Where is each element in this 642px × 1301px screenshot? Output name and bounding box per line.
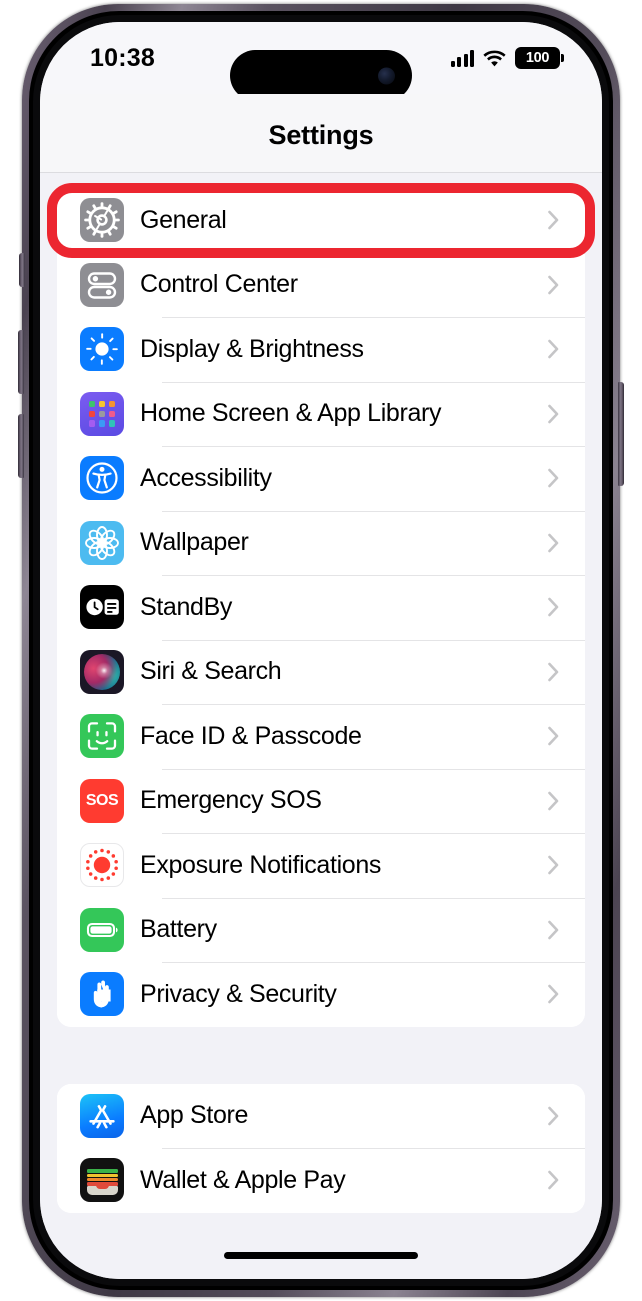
battery-indicator: 100 [515, 47, 560, 69]
chevron-right-icon [548, 1170, 559, 1190]
exposure-notification-icon [80, 843, 124, 888]
sos-icon: SOS [80, 778, 124, 823]
chevron-right-icon [548, 468, 559, 488]
settings-row-label: Wallpaper [140, 528, 249, 557]
settings-row-label: Exposure Notifications [140, 850, 382, 879]
settings-row-standby[interactable]: StandBy [57, 575, 585, 640]
chevron-right-icon [548, 726, 559, 746]
volume-down-button[interactable] [18, 414, 24, 478]
settings-row-label: Home Screen & App Library [140, 399, 442, 428]
settings-row-label: Siri & Search [140, 657, 282, 686]
settings-row-label: General [140, 205, 227, 234]
settings-row-label: Battery [140, 915, 217, 944]
chevron-right-icon [548, 791, 559, 811]
settings-row-label: Emergency SOS [140, 786, 322, 815]
privacy-hand-icon [80, 972, 124, 1017]
settings-row-label: Wallet & Apple Pay [140, 1165, 346, 1194]
battery-icon [80, 907, 124, 952]
sliders-toggles-icon [80, 262, 124, 307]
status-bar-time: 10:38 [90, 44, 155, 72]
chevron-right-icon [548, 855, 559, 875]
settings-row-display-brightness[interactable]: Display & Brightness [57, 317, 585, 382]
wifi-icon [483, 50, 506, 66]
settings-row-control-center[interactable]: Control Center [57, 252, 585, 317]
settings-row-label: App Store [140, 1101, 249, 1130]
settings-row-battery[interactable]: Battery [57, 897, 585, 962]
volume-up-button[interactable] [18, 330, 24, 394]
app-grid-icon [80, 391, 124, 436]
chevron-right-icon [548, 275, 559, 295]
status-bar: 10:38 100 [40, 22, 602, 101]
settings-row-label: StandBy [140, 592, 233, 621]
battery-percent-label: 100 [525, 49, 550, 66]
settings-row-emergency-sos[interactable]: SOS Emergency SOS [57, 768, 585, 833]
chevron-right-icon [548, 1106, 559, 1126]
settings-row-accessibility[interactable]: Accessibility [57, 446, 585, 511]
settings-row-home-screen-app-library[interactable]: Home Screen & App Library [57, 381, 585, 446]
settings-row-wallet-apple-pay[interactable]: Wallet & Apple Pay [57, 1148, 585, 1213]
app-store-icon [80, 1093, 124, 1138]
settings-row-privacy-security[interactable]: Privacy & Security [57, 962, 585, 1027]
gear-icon [80, 198, 124, 243]
chevron-right-icon [548, 210, 559, 230]
chevron-right-icon [548, 920, 559, 940]
brightness-sun-icon [80, 327, 124, 372]
chevron-right-icon [548, 339, 559, 359]
wallpaper-flower-icon [80, 520, 124, 565]
settings-row-exposure-notifications[interactable]: Exposure Notifications [57, 833, 585, 898]
settings-row-wallpaper[interactable]: Wallpaper [57, 510, 585, 575]
settings-row-app-store[interactable]: App Store [57, 1083, 585, 1148]
siri-orb-icon [80, 649, 124, 694]
chevron-right-icon [548, 984, 559, 1004]
settings-group-1: General Control Center Display & Brightnes… [57, 188, 585, 1027]
power-button[interactable] [618, 382, 624, 486]
wallet-icon [80, 1158, 124, 1203]
phone-device-frame: 10:38 100 Settings General Control Cente… [0, 0, 642, 1301]
face-id-icon [80, 714, 124, 759]
settings-group-2: App Store Wallet & Apple Pay [57, 1083, 585, 1213]
settings-row-label: Control Center [140, 270, 298, 299]
status-bar-indicators: 100 [450, 47, 560, 69]
settings-row-label: Privacy & Security [140, 979, 337, 1008]
settings-row-siri-search[interactable]: Siri & Search [57, 639, 585, 704]
standby-clock-widget-icon [80, 585, 124, 630]
chevron-right-icon [548, 404, 559, 424]
front-camera-icon [378, 67, 395, 84]
settings-list: General Control Center Display & Brightnes… [40, 173, 602, 1279]
settings-row-label: Display & Brightness [140, 334, 364, 363]
cellular-bars-icon [450, 49, 474, 67]
settings-row-general[interactable]: General [57, 188, 585, 253]
navigation-bar: Settings [40, 94, 602, 173]
accessibility-icon [80, 456, 124, 501]
action-button[interactable] [19, 253, 25, 287]
chevron-right-icon [548, 533, 559, 553]
chevron-right-icon [548, 597, 559, 617]
settings-row-face-id-passcode[interactable]: Face ID & Passcode [57, 704, 585, 769]
home-indicator[interactable] [224, 1252, 418, 1259]
page-title: Settings [268, 120, 374, 150]
settings-row-label: Accessibility [140, 463, 272, 492]
settings-row-label: Face ID & Passcode [140, 721, 362, 750]
device-screen: 10:38 100 Settings General Control Cente… [40, 22, 602, 1279]
chevron-right-icon [548, 662, 559, 682]
